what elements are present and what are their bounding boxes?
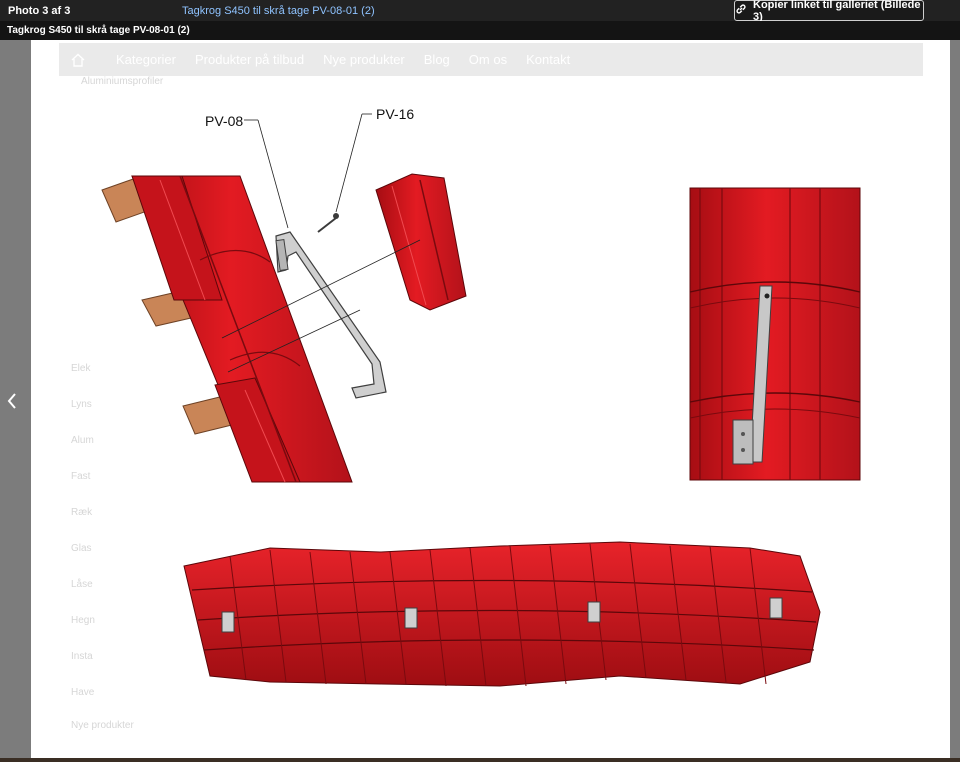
roof-hook-drawing: PV-08 PV-16 <box>101 106 861 687</box>
photo-counter: Photo 3 af 3 <box>8 5 71 17</box>
screw-part-label: PV-16 <box>376 106 414 122</box>
previous-photo-button[interactable] <box>2 388 22 414</box>
installed-hook-base <box>732 419 754 465</box>
loose-tile <box>375 173 467 311</box>
installed-view <box>689 187 861 481</box>
link-icon <box>735 3 747 18</box>
caption-bar: Tagkrog S450 til skrå tage PV-08-01 (2) <box>0 21 960 40</box>
gallery-title-link[interactable]: Tagkrog S450 til skrå tage PV-08-01 (2) <box>182 5 375 17</box>
screw-part <box>317 213 339 233</box>
copy-gallery-link-button[interactable]: Kopier linket til galleriet (Billede 3) <box>734 0 924 23</box>
chevron-left-icon <box>7 393 16 409</box>
image-caption: Tagkrog S450 til skrå tage PV-08-01 (2) <box>7 25 190 36</box>
roof-overview <box>183 541 821 687</box>
hook-part-label: PV-08 <box>205 113 243 129</box>
top-bar: Photo 3 af 3 Tagkrog S450 til skrå tage … <box>0 0 960 23</box>
copy-gallery-link-label: Kopier linket til galleriet (Billede 3) <box>753 0 921 23</box>
bottom-strip <box>0 758 960 762</box>
exploded-view: PV-08 PV-16 <box>101 106 467 483</box>
